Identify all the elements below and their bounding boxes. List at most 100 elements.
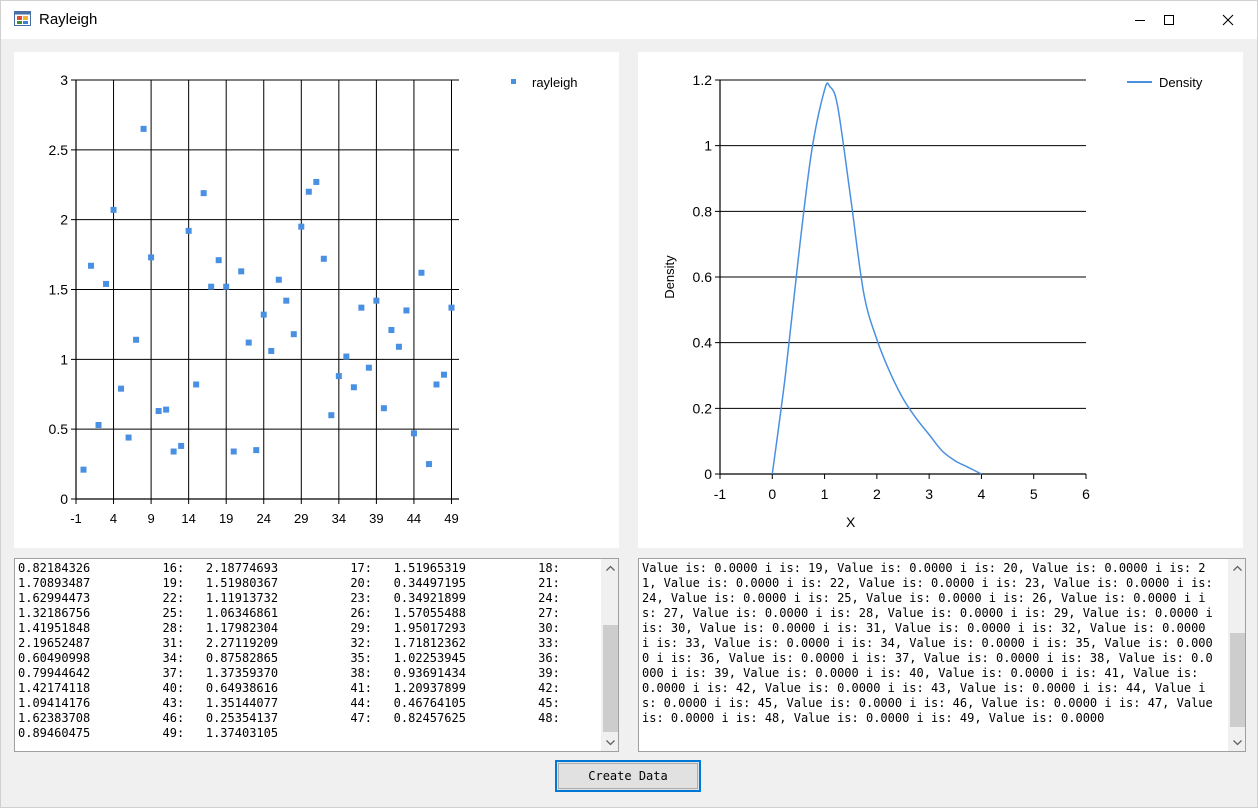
scroll-thumb[interactable] — [1230, 633, 1245, 727]
scroll-thumb[interactable] — [603, 625, 618, 732]
chevron-up-icon — [1233, 565, 1242, 571]
y-tick-label: 0.6 — [693, 269, 713, 285]
values-scrollbar[interactable] — [601, 559, 618, 751]
data-point — [365, 364, 372, 371]
y-tick-label: 1.5 — [49, 282, 69, 298]
value-line: 1.09414176 43: 1.35144077 44: 0.46764105… — [18, 696, 560, 710]
x-tick-label: -1 — [70, 511, 82, 526]
data-point — [358, 304, 365, 311]
chevron-down-icon — [1233, 739, 1242, 745]
data-point — [215, 257, 222, 264]
windows-form-icon — [14, 11, 31, 26]
y-axis-title: Density — [662, 255, 677, 299]
data-point — [268, 347, 275, 354]
data-point — [88, 262, 95, 269]
data-point — [433, 381, 440, 388]
x-tick-label: 49 — [444, 511, 458, 526]
data-point — [80, 466, 87, 473]
title-bar[interactable]: Rayleigh — [1, 1, 1257, 39]
chevron-up-icon — [606, 565, 615, 571]
data-point — [95, 421, 102, 428]
data-point — [425, 461, 432, 468]
scroll-up-button[interactable] — [602, 559, 618, 576]
data-point — [230, 448, 237, 455]
scatter-chart: 00.511.522.53-1 4 9 14 19 24 29 34 39 44 49rayleig… — [49, 72, 578, 526]
data-point — [410, 430, 417, 437]
values-textbox[interactable]: 0.82184326 16: 2.18774693 17: 1.51965319… — [14, 558, 619, 752]
data-point — [380, 405, 387, 412]
data-point — [298, 223, 305, 230]
data-point — [125, 434, 132, 441]
y-tick-label: 1 — [60, 351, 68, 367]
y-tick-label: 2 — [60, 212, 68, 228]
density-series-line — [771, 82, 982, 475]
create-data-button-face: Create Data — [558, 763, 698, 789]
data-point — [208, 283, 215, 290]
data-point — [328, 412, 335, 419]
data-point — [343, 353, 350, 360]
x-tick-label: 2 — [873, 486, 881, 502]
data-point — [110, 206, 117, 213]
y-tick-label: 0 — [704, 466, 712, 482]
data-point — [155, 408, 162, 415]
value-line: 2.19652487 31: 2.27119209 32: 1.71812362… — [18, 636, 560, 650]
data-point — [260, 311, 267, 318]
data-point — [275, 276, 282, 283]
close-button[interactable] — [1199, 1, 1257, 39]
data-point — [253, 447, 260, 454]
density-values-textbox[interactable]: Value is: 0.0000 i is: 19, Value is: 0.0… — [638, 558, 1246, 752]
y-tick-label: 1.2 — [693, 72, 713, 88]
data-point — [305, 188, 312, 195]
x-tick-label: 34 — [332, 511, 346, 526]
y-tick-label: 0.2 — [693, 400, 713, 416]
y-tick-label: 3 — [60, 72, 68, 88]
maximize-button[interactable] — [1140, 1, 1198, 39]
data-point — [118, 385, 125, 392]
chevron-down-icon — [606, 739, 615, 745]
data-point — [140, 125, 147, 132]
x-tick-label: 6 — [1082, 486, 1090, 502]
data-point — [373, 297, 380, 304]
data-point — [350, 384, 357, 391]
data-point — [170, 448, 177, 455]
data-point — [283, 297, 290, 304]
data-point — [335, 373, 342, 380]
value-line: 0.89460475 49: 1.37403105 — [18, 726, 279, 740]
data-point — [238, 268, 245, 275]
close-icon — [1222, 14, 1234, 26]
x-tick-label: 3 — [925, 486, 933, 502]
density-values-text: Value is: 0.0000 i is: 19, Value is: 0.0… — [642, 561, 1213, 725]
scroll-down-button[interactable] — [602, 734, 618, 751]
legend-marker — [511, 79, 516, 84]
data-point — [418, 269, 425, 276]
window-title: Rayleigh — [39, 11, 98, 28]
data-point — [403, 307, 410, 314]
x-axis-title: X — [846, 514, 856, 530]
data-point — [133, 336, 140, 343]
density-chart-panel: 0 0.2 0.4 0.6 0.8 1 1.2 -1 0 1 2 3 4 5 6 X Density Densit… — [638, 52, 1243, 548]
scroll-down-button[interactable] — [1229, 734, 1245, 751]
data-point — [395, 343, 402, 350]
x-tick-label: 9 — [147, 511, 154, 526]
value-line: 1.62994473 22: 1.11913732 23: 0.34921899… — [18, 591, 560, 605]
value-line: 1.42174118 40: 0.64938616 41: 1.20937899… — [18, 681, 560, 695]
data-point — [178, 442, 185, 449]
scroll-up-button[interactable] — [1229, 559, 1245, 576]
data-point — [193, 381, 200, 388]
x-tick-label: 1 — [821, 486, 829, 502]
x-tick-label: 19 — [219, 511, 233, 526]
x-tick-label: 39 — [369, 511, 383, 526]
data-point — [448, 304, 455, 311]
legend-label: Density — [1159, 75, 1203, 90]
create-data-label: Create Data — [588, 769, 668, 783]
create-data-button[interactable]: Create Data — [555, 760, 701, 792]
x-tick-label: 29 — [294, 511, 308, 526]
density-values-scrollbar[interactable] — [1228, 559, 1245, 751]
value-line: 0.82184326 16: 2.18774693 17: 1.51965319… — [18, 561, 560, 575]
x-tick-label: 24 — [257, 511, 271, 526]
x-tick-label: 14 — [181, 511, 195, 526]
values-text: 0.82184326 16: 2.18774693 17: 1.51965319… — [18, 561, 560, 741]
x-tick-label: 0 — [768, 486, 776, 502]
data-point — [185, 227, 192, 234]
data-point — [313, 178, 320, 185]
